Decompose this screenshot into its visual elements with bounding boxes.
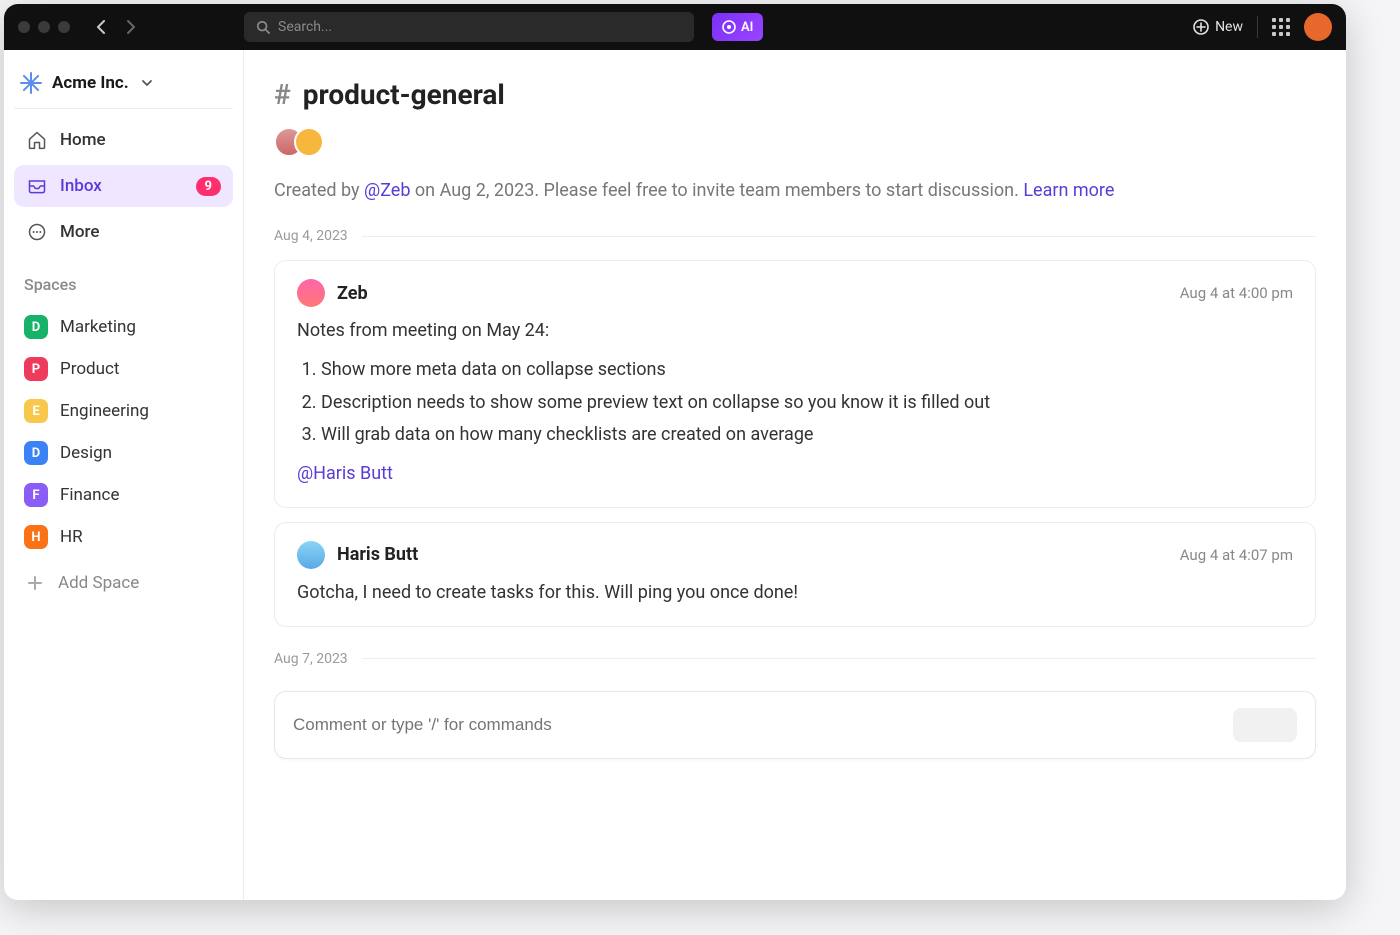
plus-icon bbox=[24, 572, 46, 594]
divider bbox=[1257, 16, 1258, 38]
inbox-badge: 9 bbox=[196, 177, 221, 196]
comment-box[interactable] bbox=[274, 691, 1316, 759]
creator-mention[interactable]: @Zeb bbox=[364, 180, 410, 201]
message-body: Notes from meeting on May 24: Show more … bbox=[297, 317, 1293, 489]
date-divider: Aug 7, 2023 bbox=[274, 651, 1316, 667]
more-icon bbox=[26, 221, 48, 243]
space-item[interactable]: D Marketing bbox=[14, 306, 233, 348]
workspace-switcher[interactable]: Acme Inc. bbox=[14, 64, 233, 109]
space-badge: E bbox=[24, 399, 48, 423]
channel-title: # product-general bbox=[274, 78, 1316, 111]
message-timestamp: Aug 4 at 4:00 pm bbox=[1180, 284, 1293, 302]
space-label: Product bbox=[60, 359, 119, 379]
channel-name: product-general bbox=[303, 78, 505, 111]
nav-label: Inbox bbox=[60, 176, 102, 196]
user-mention[interactable]: @Haris Butt bbox=[297, 463, 393, 484]
nav-forward-button[interactable] bbox=[118, 14, 144, 40]
list-item: Description needs to show some preview t… bbox=[321, 387, 1293, 420]
message-card[interactable]: Haris Butt Aug 4 at 4:07 pm Gotcha, I ne… bbox=[274, 522, 1316, 627]
space-badge: D bbox=[24, 441, 48, 465]
message-timestamp: Aug 4 at 4:07 pm bbox=[1180, 546, 1293, 564]
learn-more-link[interactable]: Learn more bbox=[1023, 180, 1114, 201]
home-icon bbox=[26, 129, 48, 151]
spaces-heading: Spaces bbox=[14, 257, 233, 302]
message-card[interactable]: Zeb Aug 4 at 4:00 pm Notes from meeting … bbox=[274, 260, 1316, 508]
sidebar: Acme Inc. Home Inbox 9 More bbox=[4, 50, 244, 900]
apps-grid-button[interactable] bbox=[1272, 18, 1290, 36]
add-space-label: Add Space bbox=[58, 573, 139, 593]
message-author: Zeb bbox=[337, 283, 368, 304]
send-button[interactable] bbox=[1233, 708, 1297, 742]
inbox-icon bbox=[26, 175, 48, 197]
nav-label: Home bbox=[60, 130, 106, 150]
search-placeholder: Search... bbox=[278, 19, 332, 35]
window-controls[interactable] bbox=[18, 21, 70, 33]
topbar: Search... AI New bbox=[4, 4, 1346, 50]
ai-icon bbox=[722, 20, 736, 34]
space-item[interactable]: F Finance bbox=[14, 474, 233, 516]
list-item: Show more meta data on collapse sections bbox=[321, 354, 1293, 387]
space-badge: P bbox=[24, 357, 48, 381]
space-label: Marketing bbox=[60, 317, 136, 337]
nav-label: More bbox=[60, 222, 99, 242]
nav-more[interactable]: More bbox=[14, 211, 233, 253]
space-label: Engineering bbox=[60, 401, 149, 421]
plus-circle-icon bbox=[1193, 19, 1209, 35]
list-item: Will grab data on how many checklists ar… bbox=[321, 419, 1293, 452]
nav-back-button[interactable] bbox=[88, 14, 114, 40]
chevron-down-icon bbox=[141, 77, 153, 89]
space-badge: F bbox=[24, 483, 48, 507]
space-label: Design bbox=[60, 443, 112, 463]
space-badge: H bbox=[24, 525, 48, 549]
space-item[interactable]: D Design bbox=[14, 432, 233, 474]
space-item[interactable]: H HR bbox=[14, 516, 233, 558]
search-input[interactable]: Search... bbox=[244, 12, 694, 42]
message-body: Gotcha, I need to create tasks for this.… bbox=[297, 579, 1293, 608]
new-button[interactable]: New bbox=[1193, 19, 1243, 35]
member-avatar[interactable] bbox=[294, 127, 324, 157]
message-avatar[interactable] bbox=[297, 279, 325, 307]
hash-icon: # bbox=[274, 78, 291, 111]
space-label: Finance bbox=[60, 485, 119, 505]
workspace-name: Acme Inc. bbox=[52, 73, 129, 93]
user-avatar[interactable] bbox=[1304, 13, 1332, 41]
ai-button[interactable]: AI bbox=[712, 13, 763, 41]
main-content: # product-general Created by @Zeb on Aug… bbox=[244, 50, 1346, 900]
add-space-button[interactable]: Add Space bbox=[14, 562, 233, 604]
nav-inbox[interactable]: Inbox 9 bbox=[14, 165, 233, 207]
space-item[interactable]: E Engineering bbox=[14, 390, 233, 432]
date-divider: Aug 4, 2023 bbox=[274, 228, 1316, 244]
space-badge: D bbox=[24, 315, 48, 339]
nav-home[interactable]: Home bbox=[14, 119, 233, 161]
member-avatars[interactable] bbox=[274, 127, 1316, 157]
channel-description: Created by @Zeb on Aug 2, 2023. Please f… bbox=[274, 177, 1316, 204]
space-label: HR bbox=[60, 527, 83, 547]
space-item[interactable]: P Product bbox=[14, 348, 233, 390]
search-icon bbox=[256, 20, 270, 34]
comment-input[interactable] bbox=[293, 715, 1221, 735]
message-author: Haris Butt bbox=[337, 544, 418, 565]
workspace-logo-icon bbox=[20, 72, 42, 94]
message-avatar[interactable] bbox=[297, 541, 325, 569]
